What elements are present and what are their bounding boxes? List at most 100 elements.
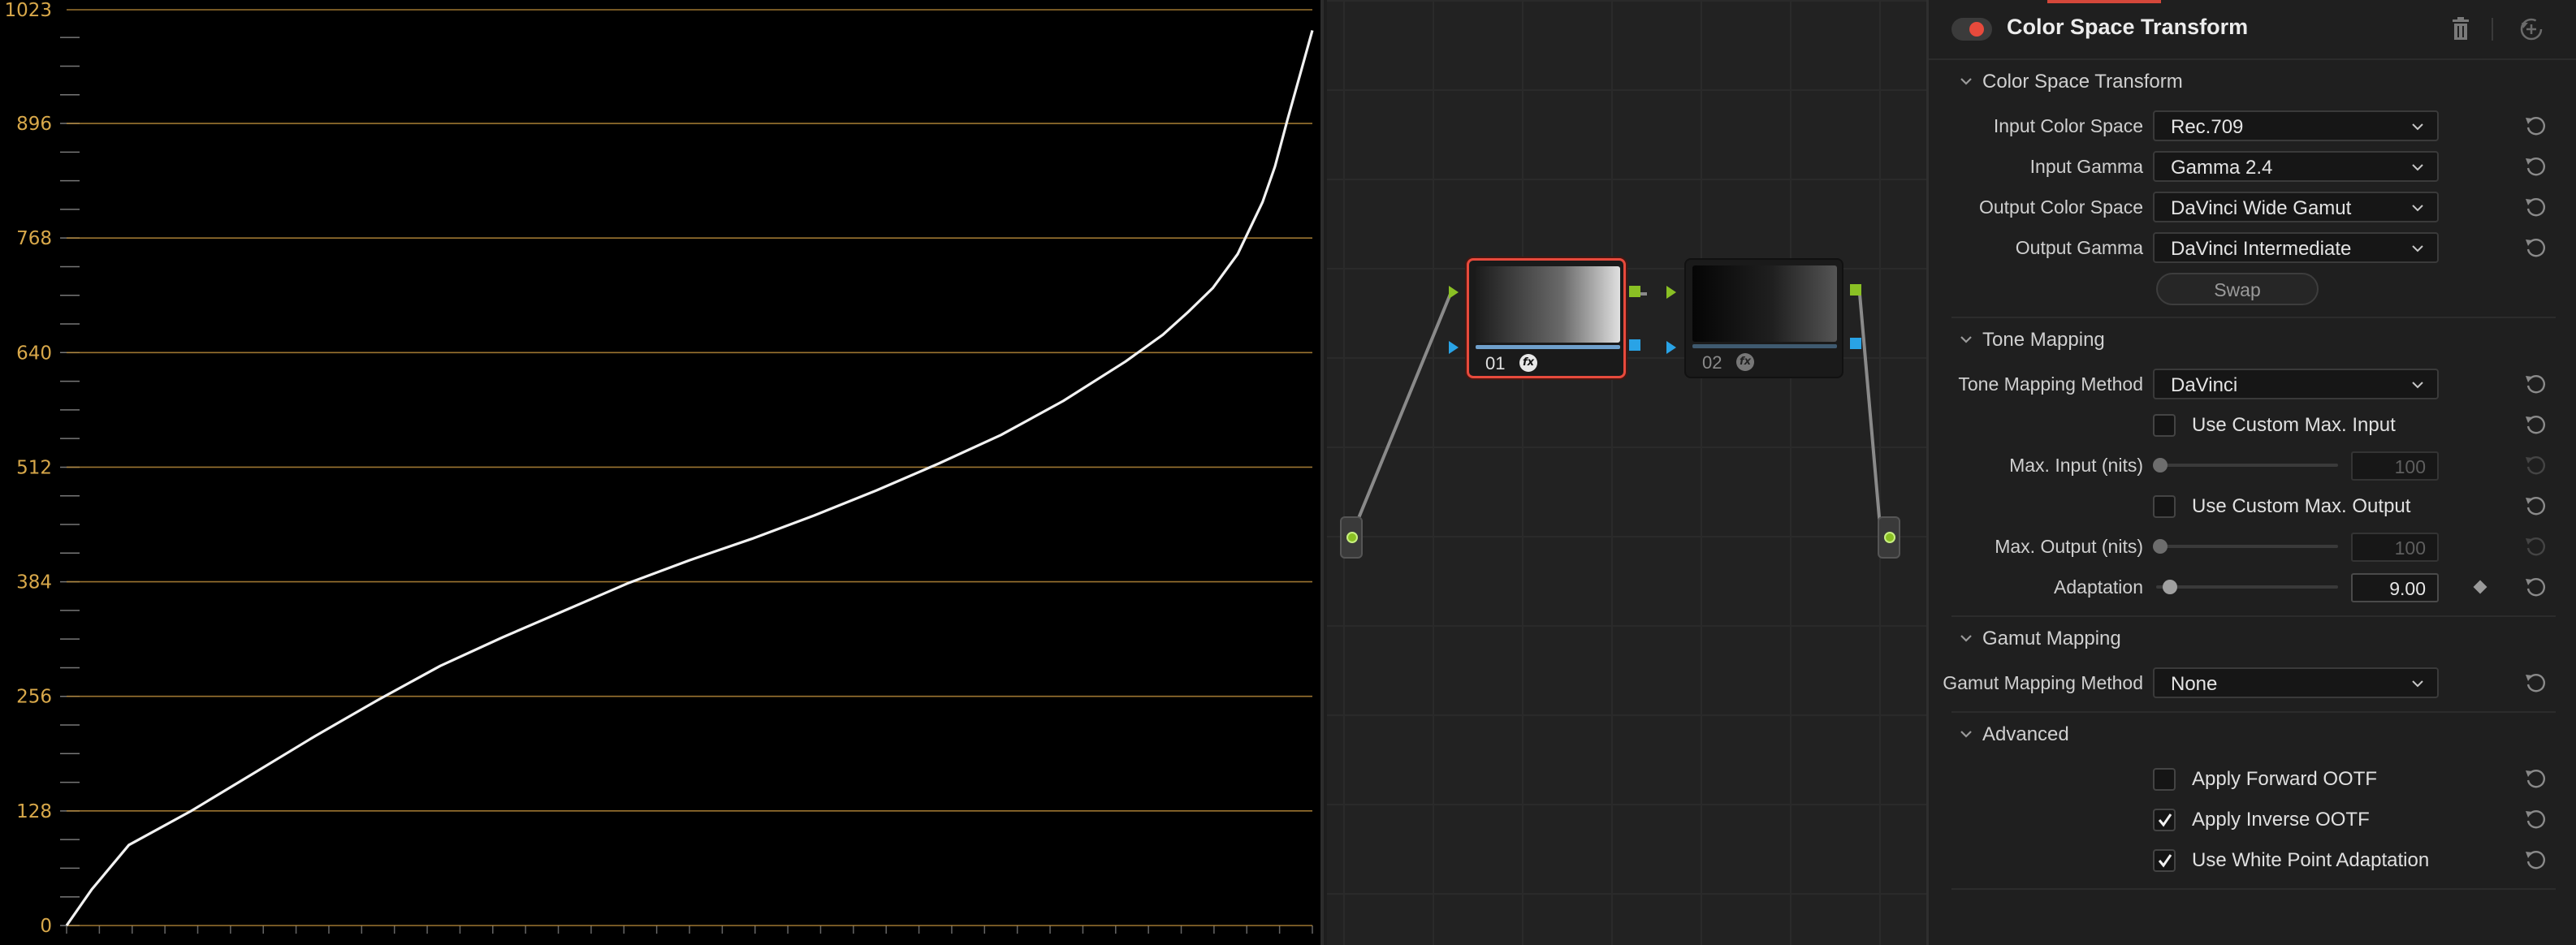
inspector-panel: Color Space Transform Color Space Transf… <box>1926 0 2576 945</box>
reset-icon[interactable] <box>2523 575 2548 599</box>
node-thumbnail <box>1476 266 1620 343</box>
checkbox-label: Apply Inverse OOTF <box>2192 809 2370 831</box>
input-color-space-dropdown[interactable]: Rec.709 <box>2153 110 2439 141</box>
node1-alpha-input-port <box>1449 341 1459 354</box>
reset-icon[interactable] <box>2523 372 2548 396</box>
reset-icon[interactable] <box>2523 114 2548 138</box>
y-tick-label: 384 <box>16 572 52 593</box>
row-max-output: Max. Output (nits) 100 <box>1929 526 2576 567</box>
row-use-custom-max-input: Use Custom Max. Input <box>1929 404 2576 445</box>
reset-icon[interactable] <box>2523 494 2548 518</box>
row-apply-forward-ootf: Apply Forward OOTF <box>1929 758 2576 799</box>
row-use-white-point-adaptation: Use White Point Adaptation <box>1929 839 2576 880</box>
chevron-down-icon <box>2412 245 2423 252</box>
y-tick-label: 0 <box>40 916 52 937</box>
use-custom-max-output-checkbox[interactable] <box>2153 495 2176 518</box>
checkbox-label: Use White Point Adaptation <box>2192 849 2430 871</box>
row-apply-inverse-ootf: Apply Inverse OOTF <box>1929 799 2576 839</box>
fx-icon: fx <box>1736 353 1754 371</box>
section-advanced[interactable]: Advanced <box>1929 714 2576 755</box>
y-tick-label: 256 <box>16 687 52 708</box>
scope-graph: 0 128 256 384 512 640 768 896 1023 <box>4 0 1314 937</box>
slider-thumb[interactable] <box>2153 539 2168 554</box>
slider-thumb[interactable] <box>2163 580 2177 594</box>
node-editor[interactable]: 01 fx 02 fx <box>1327 0 1926 945</box>
node2-rgb-input-port <box>1666 286 1676 299</box>
timeline-output[interactable] <box>1878 516 1900 559</box>
adaptation-field[interactable]: 9.00 <box>2351 573 2439 602</box>
field-label: Tone Mapping Method <box>1958 373 2143 395</box>
swap-button[interactable]: Swap <box>2156 273 2319 305</box>
field-label: Input Color Space <box>1993 115 2143 136</box>
section-divider <box>1951 888 2556 890</box>
dropdown-value: Rec.709 <box>2171 116 2244 138</box>
field-label: Max. Output (nits) <box>1995 536 2143 557</box>
checkbox-label: Use Custom Max. Input <box>2192 414 2396 436</box>
trash-icon[interactable] <box>2449 16 2472 42</box>
field-label: Output Gamma <box>2015 237 2143 258</box>
row-use-custom-max-output: Use Custom Max. Output <box>1929 485 2576 526</box>
y-tick-label: 1023 <box>4 0 52 21</box>
apply-inverse-ootf-checkbox[interactable] <box>2153 809 2176 831</box>
section-color-space-transform[interactable]: Color Space Transform <box>1929 62 2576 102</box>
node-01[interactable]: 01 fx <box>1467 258 1626 378</box>
output-dot-icon <box>1884 532 1895 543</box>
node1-alpha-output-port <box>1629 339 1640 351</box>
chevron-down-icon <box>2412 680 2423 688</box>
timeline-input[interactable] <box>1340 516 1363 559</box>
reset-icon[interactable] <box>2523 154 2548 179</box>
apply-forward-ootf-checkbox[interactable] <box>2153 768 2176 791</box>
keyframe-diamond-icon[interactable] <box>2473 580 2487 594</box>
max-output-slider[interactable] <box>2153 539 2338 554</box>
section-gamut-mapping[interactable]: Gamut Mapping <box>1929 619 2576 659</box>
node2-rgb-output-port <box>1850 284 1861 296</box>
checkmark-icon <box>2158 854 2172 868</box>
chevron-down-icon <box>1960 336 1972 343</box>
transfer-curve <box>65 29 1314 926</box>
chevron-down-icon <box>2412 123 2423 131</box>
output-gamma-dropdown[interactable]: DaVinci Intermediate <box>2153 232 2439 263</box>
output-color-space-dropdown[interactable]: DaVinci Wide Gamut <box>2153 192 2439 222</box>
max-input-slider[interactable] <box>2153 458 2338 472</box>
reset-icon[interactable] <box>2523 807 2548 831</box>
reset-icon[interactable] <box>2523 235 2548 260</box>
use-custom-max-input-checkbox[interactable] <box>2153 414 2176 437</box>
max-input-field[interactable]: 100 <box>2351 451 2439 481</box>
node-status-bar <box>1476 345 1620 349</box>
reset-icon[interactable] <box>2523 534 2548 559</box>
enable-toggle[interactable] <box>1951 18 1992 41</box>
reset-icon[interactable] <box>2523 412 2548 437</box>
reset-icon[interactable] <box>2523 766 2548 791</box>
use-white-point-adaptation-checkbox[interactable] <box>2153 849 2176 872</box>
y-tick-label: 768 <box>16 228 52 249</box>
adaptation-slider[interactable] <box>2156 580 2338 594</box>
chevron-down-icon <box>2412 164 2423 171</box>
node-02[interactable]: 02 fx <box>1684 258 1843 378</box>
toggle-knob-icon <box>1969 22 1984 37</box>
dropdown-value: Gamma 2.4 <box>2171 157 2273 179</box>
row-input-gamma: Input Gamma Gamma 2.4 <box>1929 146 2576 187</box>
gamut-mapping-method-dropdown[interactable]: None <box>2153 667 2439 698</box>
node2-alpha-input-port <box>1666 341 1676 354</box>
max-output-field[interactable]: 100 <box>2351 533 2439 562</box>
section-tone-mapping[interactable]: Tone Mapping <box>1929 320 2576 360</box>
reset-all-icon[interactable] <box>2518 16 2544 42</box>
tone-mapping-method-dropdown[interactable]: DaVinci <box>2153 369 2439 399</box>
reset-icon[interactable] <box>2523 195 2548 219</box>
dropdown-value: DaVinci Wide Gamut <box>2171 197 2352 219</box>
row-tone-mapping-method: Tone Mapping Method DaVinci <box>1929 364 2576 404</box>
row-input-color-space: Input Color Space Rec.709 <box>1929 106 2576 146</box>
section-divider <box>1951 615 2556 617</box>
fx-icon: fx <box>1519 354 1537 372</box>
reset-icon[interactable] <box>2523 671 2548 695</box>
chevron-down-icon <box>1960 78 1972 85</box>
y-tick-label: 896 <box>16 114 52 135</box>
field-label: Gamut Mapping Method <box>1943 672 2143 693</box>
input-gamma-dropdown[interactable]: Gamma 2.4 <box>2153 151 2439 182</box>
row-output-gamma: Output Gamma DaVinci Intermediate <box>1929 227 2576 268</box>
reset-icon[interactable] <box>2523 848 2548 872</box>
chevron-down-icon <box>2412 382 2423 389</box>
reset-icon[interactable] <box>2523 453 2548 477</box>
slider-thumb[interactable] <box>2153 458 2168 472</box>
row-adaptation: Adaptation 9.00 <box>1929 567 2576 607</box>
